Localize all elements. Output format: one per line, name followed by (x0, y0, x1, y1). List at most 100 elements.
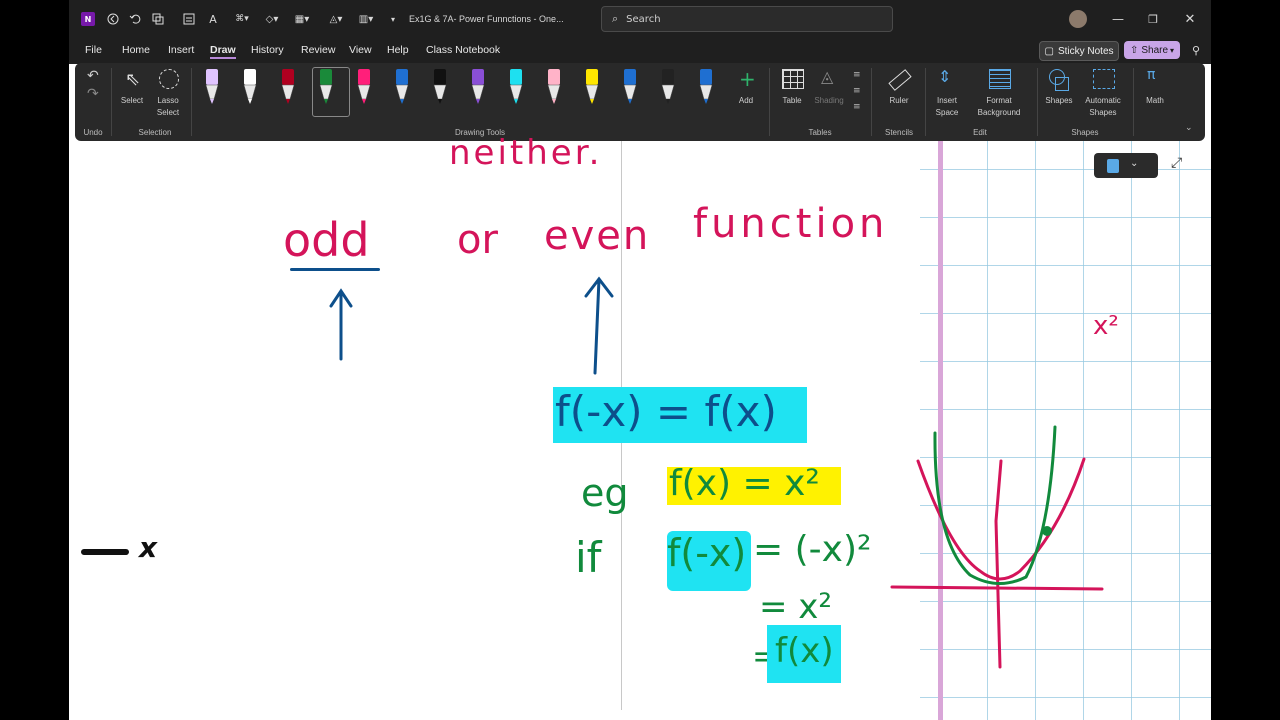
note-even-definition: f(-x) = f(x) (555, 387, 777, 436)
share-icon: ⇧ (1129, 44, 1139, 56)
lasso-select-tool[interactable]: Lasso Select (151, 67, 185, 123)
pen-13-icon[interactable] (659, 69, 677, 105)
divider (1133, 68, 1134, 136)
pen-1-icon[interactable] (203, 69, 221, 105)
menu-home[interactable]: Home (122, 44, 150, 56)
onenote-logo-icon: N (81, 12, 95, 26)
lasso-label: Lasso (157, 96, 179, 105)
menu-review[interactable]: Review (301, 44, 335, 56)
customize-icon[interactable]: ▾ (387, 10, 399, 28)
search-placeholder: Search (626, 13, 661, 25)
menu-history[interactable]: History (251, 44, 284, 56)
expand-icon[interactable]: ⤢ (1171, 155, 1182, 171)
divider (769, 68, 770, 136)
table-icon[interactable]: ▦▾ (291, 10, 313, 28)
divider (111, 68, 112, 136)
green-quartic-curve (933, 425, 1057, 585)
divider (1037, 68, 1038, 136)
divider (191, 68, 192, 136)
format-icon[interactable]: ⌘▾ (231, 10, 253, 28)
pen-12-icon[interactable] (621, 69, 639, 105)
ruler-label: Ruler (889, 96, 909, 105)
avatar[interactable] (1069, 10, 1087, 28)
automatic-shapes-label: Shapes (1089, 108, 1117, 117)
note-if-lhs: f(-x) (667, 531, 747, 575)
title-bar: N A ⌘▾ ◇▾ ▦▾ ◬▾ ▥▾ ▾ Ex1G & 7A- Power Fu… (69, 0, 1211, 40)
window-title: Ex1G & 7A- Power Funnctions - One... (409, 14, 564, 24)
pen-3-icon[interactable] (279, 69, 297, 105)
graph-label-x2: x² (1093, 311, 1119, 341)
table-button[interactable]: Table (777, 67, 807, 123)
menu-draw[interactable]: Draw (210, 44, 236, 59)
y-axis (994, 459, 1003, 669)
plus-icon: + (739, 67, 756, 91)
math-button[interactable]: π Math (1137, 67, 1173, 123)
minimize-icon[interactable]: — (1109, 10, 1127, 28)
tables-group-label: Tables (808, 128, 832, 137)
pen-8-icon[interactable] (469, 69, 487, 105)
square-icon (1055, 77, 1069, 91)
select-label: Select (120, 96, 144, 105)
draw-ribbon: ↶ ↷ Undo ⇖ Select Lasso Select Selection… (75, 63, 1205, 141)
divider (925, 68, 926, 136)
pen-14-icon[interactable] (697, 69, 715, 105)
blue-arrows (329, 276, 614, 375)
note-left-x: x (139, 531, 158, 564)
pen-9-icon[interactable] (507, 69, 525, 105)
feedback-icon[interactable]: ⚲ (1187, 41, 1205, 59)
intersection-point (1042, 526, 1052, 536)
left-arrow-mark (81, 549, 129, 555)
add-label: Add (738, 96, 754, 105)
pen-2-icon[interactable] (241, 69, 259, 105)
automatic-shapes-button[interactable]: Automatic Shapes (1079, 67, 1127, 123)
pen-7-icon[interactable] (431, 69, 449, 105)
insert-space-button[interactable]: ⇕ Insert Space (929, 67, 965, 123)
back-icon[interactable] (105, 10, 121, 28)
sticky-notes-icon: ▢ (1044, 45, 1054, 57)
page-icon[interactable] (181, 10, 197, 28)
fill-icon[interactable]: ◬▾ (325, 10, 347, 28)
cursor-icon: ⇖ (125, 69, 141, 90)
background-icon (989, 69, 1011, 89)
note-if: if (575, 533, 602, 582)
shapes-group-label: Shapes (1071, 128, 1099, 137)
undo-ribbon-icon[interactable]: ↶ (87, 68, 99, 84)
menu-help[interactable]: Help (387, 44, 409, 56)
font-color-icon[interactable]: A (205, 10, 221, 28)
close-icon[interactable]: ✕ (1181, 10, 1199, 28)
menu-view[interactable]: View (349, 44, 372, 56)
share-button[interactable]: ⇧ Share ▾ (1124, 41, 1180, 59)
redo-ribbon-icon[interactable]: ↷ (87, 86, 99, 102)
menu-file[interactable]: File (85, 44, 102, 56)
table-label: Table (782, 96, 802, 105)
menu-class-notebook[interactable]: Class Notebook (426, 44, 500, 56)
add-pen-button[interactable]: + Add (731, 67, 761, 123)
align-icons[interactable]: ≡ ≡ ≡ (853, 67, 861, 115)
columns-icon[interactable]: ▥▾ (355, 10, 377, 28)
pen-11-icon[interactable] (583, 69, 601, 105)
shapes-button[interactable]: Shapes (1041, 67, 1077, 123)
ribbon-collapse-icon[interactable]: ⌄ (1185, 123, 1193, 133)
notebook-icon (1107, 159, 1119, 173)
format-background-button[interactable]: Format Background (967, 67, 1031, 123)
divider (871, 68, 872, 136)
restore-icon[interactable]: ❐ (1144, 10, 1162, 28)
undo-group-label: Undo (83, 128, 103, 137)
pen-10-icon[interactable] (545, 69, 563, 105)
notebook-switch-button[interactable]: ⌄ (1094, 153, 1158, 178)
pen-5-icon[interactable] (355, 69, 373, 105)
pen-6-icon[interactable] (393, 69, 411, 105)
copy-icon[interactable] (149, 10, 167, 28)
sticky-notes-button[interactable]: ▢ Sticky Notes (1039, 41, 1119, 61)
search-input[interactable]: ⌕ Search (601, 6, 893, 32)
menu-insert[interactable]: Insert (168, 44, 194, 56)
shading-button: ◬ Shading (811, 67, 847, 123)
ruler-button[interactable]: Ruler (881, 67, 917, 123)
selected-pen-frame[interactable] (312, 67, 350, 117)
shapes-icon[interactable]: ◇▾ (261, 10, 283, 28)
undo-icon[interactable] (127, 10, 143, 28)
note-canvas[interactable]: ⌄ ⤢ neither. odd or even function f(-x) … (69, 133, 1211, 720)
select-tool[interactable]: ⇖ Select (117, 67, 147, 123)
automatic-shapes-icon (1093, 69, 1115, 89)
edit-group-label: Edit (973, 128, 987, 137)
